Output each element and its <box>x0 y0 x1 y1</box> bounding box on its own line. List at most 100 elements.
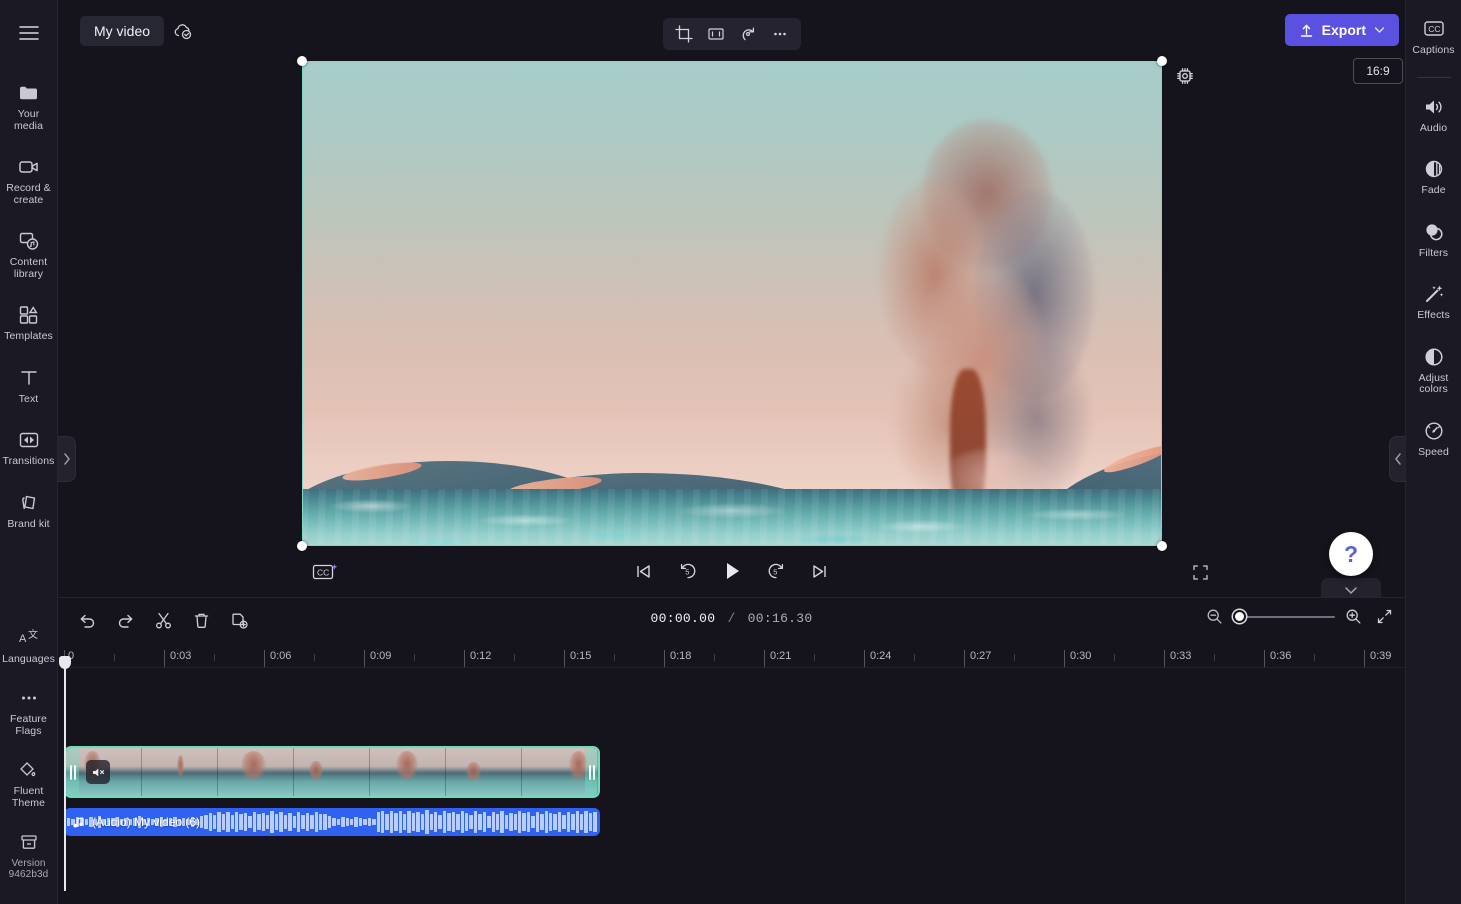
fit-timeline-icon[interactable] <box>1376 608 1393 625</box>
left-sidebar-collapse-button[interactable] <box>58 436 76 482</box>
chevron-right-icon <box>63 453 71 465</box>
question-mark-icon: ? <box>1344 541 1358 568</box>
speaker-muted-icon[interactable] <box>86 760 110 784</box>
sidebar-item-label: Adjust colors <box>1409 373 1459 396</box>
top-toolbar: My video Export <box>58 0 1405 60</box>
ellipsis-icon <box>17 686 41 710</box>
crop-icon[interactable] <box>669 21 699 47</box>
sidebar-divider <box>1417 77 1451 78</box>
thumbnail <box>142 748 218 796</box>
fullscreen-icon[interactable] <box>1185 558 1215 586</box>
svg-text:5: 5 <box>773 567 777 576</box>
ruler-label: 0:15 <box>570 650 591 662</box>
sidebar-item-effects[interactable]: Effects <box>1407 275 1461 328</box>
trim-handle-left[interactable] <box>66 748 79 796</box>
sidebar-item-your-media[interactable]: Your media <box>1 74 57 138</box>
timecode-display: 00:00.00 / 00:16.30 <box>651 611 813 626</box>
total-time: 00:16.30 <box>748 611 813 626</box>
video-preview-canvas[interactable] <box>302 61 1162 546</box>
trim-handle-right[interactable] <box>585 748 598 796</box>
undo-arrow-icon[interactable] <box>72 605 102 635</box>
filters-circles-icon <box>1422 220 1446 244</box>
skip-next-icon[interactable] <box>805 556 835 586</box>
sidebar-item-label: Brand kit <box>7 519 49 531</box>
rewind-5-icon[interactable]: 5 <box>673 556 703 586</box>
chevron-left-icon <box>1394 453 1402 465</box>
clip-thumbnails <box>66 748 598 796</box>
more-options-icon[interactable] <box>765 21 795 47</box>
sidebar-item-brand-kit[interactable]: Brand kit <box>1 484 57 537</box>
sidebar-item-text[interactable]: Text <box>1 359 57 412</box>
thumbnail <box>294 748 370 796</box>
svg-text:CC: CC <box>1428 24 1440 34</box>
duplicate-icon[interactable] <box>224 605 254 635</box>
sidebar-item-speed[interactable]: Speed <box>1407 412 1461 465</box>
sidebar-item-label: Effects <box>1417 310 1450 322</box>
skip-previous-icon[interactable] <box>629 556 659 586</box>
zoom-slider-handle[interactable] <box>1233 610 1246 623</box>
right-sidebar: CC Captions Audio Fade Filters <box>1405 0 1461 904</box>
cc-sparkle-icon[interactable]: CC <box>308 558 342 586</box>
sidebar-item-transitions[interactable]: Transitions <box>1 421 57 474</box>
cloud-saved-check-icon[interactable] <box>170 18 196 44</box>
playback-controls-bar: CC 5 5 <box>58 552 1405 597</box>
chip-settings-icon[interactable] <box>1171 62 1199 90</box>
sidebar-item-templates[interactable]: Templates <box>1 296 57 349</box>
zoom-in-icon[interactable] <box>1345 608 1362 625</box>
play-icon[interactable] <box>717 556 747 586</box>
sidebar-item-fluent-theme[interactable]: Fluent Theme <box>1 751 57 815</box>
help-button[interactable]: ? <box>1329 532 1373 576</box>
sidebar-item-filters[interactable]: Filters <box>1407 213 1461 266</box>
zoom-out-icon[interactable] <box>1206 608 1223 625</box>
left-sidebar-bottom-items: A文 Languages Feature Flags Fluent Theme <box>0 619 57 904</box>
timeline-toolbar: 00:00.00 / 00:16.30 <box>58 598 1405 642</box>
sidebar-item-label: Version 9462b3d <box>3 858 55 880</box>
right-sidebar-collapse-button[interactable] <box>1389 436 1405 482</box>
timeline-zoom-controls <box>1206 608 1393 625</box>
languages-icon: A文 <box>17 626 41 650</box>
resize-handle-bottom-left[interactable] <box>297 541 307 551</box>
fit-frame-icon[interactable] <box>701 21 731 47</box>
hamburger-menu-icon[interactable] <box>12 16 46 50</box>
sidebar-item-audio[interactable]: Audio <box>1407 88 1461 141</box>
sidebar-item-label: Your media <box>3 109 55 132</box>
transport-controls: 5 5 <box>629 556 835 586</box>
ruler-label: 0:30 <box>1070 650 1091 662</box>
media-folder-icon <box>17 81 41 105</box>
sidebar-item-version[interactable]: Version 9462b3d <box>1 823 57 886</box>
ruler-label: 0:33 <box>1170 650 1191 662</box>
resize-handle-top-left[interactable] <box>297 56 307 66</box>
scissors-icon[interactable] <box>148 605 178 635</box>
sidebar-item-fade[interactable]: Fade <box>1407 150 1461 203</box>
timeline-ruler[interactable]: 0 0:03 0:06 0:09 0:12 0:15 0:18 0:21 0:2 <box>64 642 1405 668</box>
sidebar-item-label: Captions <box>1412 45 1454 57</box>
ruler-label: 0:03 <box>170 650 191 662</box>
sidebar-item-content-library[interactable]: Content library <box>1 222 57 286</box>
sidebar-item-languages[interactable]: A文 Languages <box>1 619 57 672</box>
scene-water-texture <box>302 489 1162 546</box>
ruler-label: 0:27 <box>970 650 991 662</box>
sidebar-item-label: Filters <box>1419 248 1448 260</box>
video-clip[interactable] <box>64 746 600 798</box>
playhead[interactable] <box>64 661 66 891</box>
audio-clip-label: (Audio) My video (6) <box>92 815 200 829</box>
preview-area: 16:9 CC 5 5 <box>58 52 1405 597</box>
sidebar-item-captions[interactable]: CC Captions <box>1407 10 1461 63</box>
aspect-ratio-badge[interactable]: 16:9 <box>1353 58 1403 84</box>
sidebar-item-feature-flags[interactable]: Feature Flags <box>1 679 57 743</box>
export-button[interactable]: Export <box>1285 14 1399 46</box>
resize-handle-bottom-right[interactable] <box>1157 541 1167 551</box>
speedometer-icon <box>1422 419 1446 443</box>
rotate-icon[interactable] <box>733 21 763 47</box>
redo-arrow-icon[interactable] <box>110 605 140 635</box>
forward-5-icon[interactable]: 5 <box>761 556 791 586</box>
sidebar-item-label: Audio <box>1420 123 1447 135</box>
resize-handle-top-right[interactable] <box>1157 56 1167 66</box>
audio-clip[interactable]: (Audio) My video (6) <box>64 808 600 836</box>
zoom-slider[interactable] <box>1233 610 1335 624</box>
project-title-input[interactable]: My video <box>80 16 164 46</box>
brand-kit-icon <box>17 491 41 515</box>
sidebar-item-record-create[interactable]: Record & create <box>1 148 57 212</box>
sidebar-item-adjust-colors[interactable]: Adjust colors <box>1407 338 1461 402</box>
trash-icon[interactable] <box>186 605 216 635</box>
